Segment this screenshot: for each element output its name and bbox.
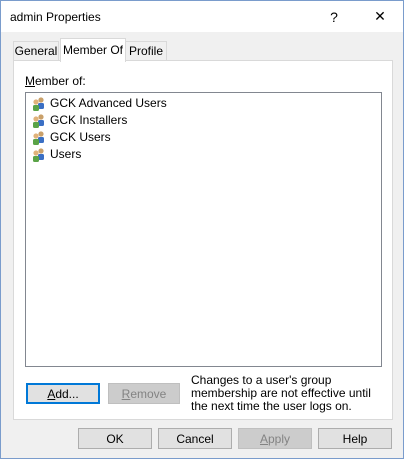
list-item[interactable]: GCK Installers — [31, 112, 127, 129]
membership-note: Changes to a user's group membership are… — [191, 373, 371, 413]
window-title: admin Properties — [10, 10, 101, 24]
dialog-client: General Member Of Profile Member of: GCK… — [1, 32, 403, 458]
tab-general[interactable]: General — [13, 41, 59, 61]
group-icon — [33, 147, 44, 162]
apply-button[interactable]: Apply — [238, 428, 312, 449]
group-icon — [33, 130, 44, 145]
remove-button[interactable]: Remove — [108, 383, 180, 404]
help-button[interactable]: Help — [318, 428, 392, 449]
list-item[interactable]: GCK Advanced Users — [31, 95, 167, 112]
group-name: GCK Installers — [50, 113, 128, 127]
help-icon[interactable]: ? — [311, 1, 357, 32]
tab-profile[interactable]: Profile — [125, 41, 167, 61]
member-of-label: Member of: — [25, 74, 86, 88]
group-listbox[interactable]: GCK Advanced Users GCK Installers GCK Us… — [25, 92, 382, 367]
tab-member-of[interactable]: Member Of — [60, 38, 126, 62]
group-icon — [33, 113, 44, 128]
group-name: Users — [50, 147, 82, 161]
list-item[interactable]: Users — [31, 146, 81, 163]
title-bar[interactable]: admin Properties ? ✕ — [1, 1, 403, 32]
ok-button[interactable]: OK — [78, 428, 152, 449]
close-icon[interactable]: ✕ — [357, 1, 403, 32]
member-of-panel: Member of: GCK Advanced Users GCK Instal… — [13, 60, 393, 420]
cancel-button[interactable]: Cancel — [158, 428, 232, 449]
group-icon — [33, 96, 44, 111]
properties-dialog: admin Properties ? ✕ General Member Of P… — [0, 0, 404, 459]
group-name: GCK Advanced Users — [50, 96, 167, 110]
add-button[interactable]: Add... — [26, 383, 100, 404]
list-item[interactable]: GCK Users — [31, 129, 111, 146]
group-name: GCK Users — [50, 130, 111, 144]
